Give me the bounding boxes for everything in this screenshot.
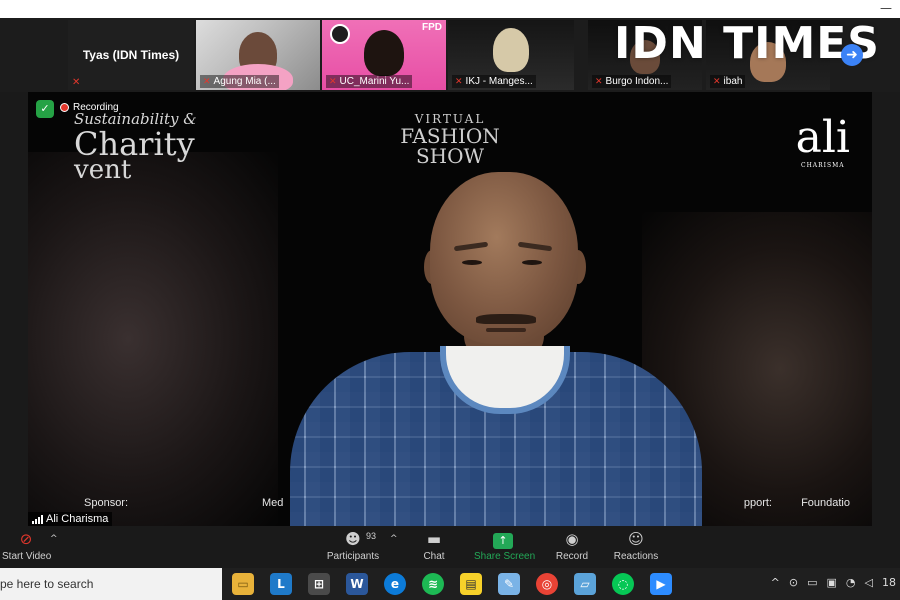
file-explorer-icon[interactable]: ▭ <box>232 573 254 595</box>
chat-icon: ▬ <box>426 530 442 548</box>
reactions-label: Reactions <box>613 551 659 562</box>
fpd-badge: FPD <box>422 22 442 33</box>
participants-count: 93 <box>366 531 377 541</box>
participant-name: IKJ - Manges... <box>465 76 533 87</box>
battery-icon[interactable]: ▭ <box>807 576 817 589</box>
participant-label: ✕ Burgo Indon... <box>592 75 672 88</box>
active-speaker-video: Sustainability & Charity vent VIRTUAL FA… <box>28 92 872 526</box>
signal-strength-icon <box>32 514 43 524</box>
reactions-button[interactable]: ☺ Reactions <box>612 530 660 562</box>
wifi-icon[interactable]: ◔ <box>846 576 856 589</box>
lexico-app-icon[interactable]: L <box>270 573 292 595</box>
edge-icon[interactable]: e <box>384 573 406 595</box>
participant-tile-3[interactable]: ✕ IKJ - Manges... <box>448 20 574 90</box>
speaker-eye <box>522 260 542 265</box>
notes-app-icon[interactable]: ▱ <box>574 573 596 595</box>
speaker-name: Ali Charisma <box>46 513 109 525</box>
muted-mic-icon: ✕ <box>329 76 337 86</box>
record-button[interactable]: ◉ Record <box>554 530 590 562</box>
speaker-eye <box>462 260 482 265</box>
share-arrow-icon: ➜ <box>841 44 863 66</box>
participant-name: UC_Marini Yu... <box>339 76 410 87</box>
backdrop-line: SHOW <box>415 144 485 168</box>
title-bar: — <box>0 0 900 18</box>
chrome-icon[interactable]: ◎ <box>536 573 558 595</box>
record-icon: ◉ <box>565 530 579 548</box>
backdrop-model-left <box>28 152 278 526</box>
backdrop-media-label: Med <box>262 497 284 509</box>
speaker-mouth <box>486 328 526 332</box>
sticky-notes-icon[interactable]: ▤ <box>460 573 482 595</box>
ali-charisma-logo: ali CHARISMA <box>795 112 850 170</box>
volume-icon[interactable]: ◁ <box>865 576 873 589</box>
chat-label: Chat <box>423 551 445 562</box>
zoom-app-icon[interactable]: ▶ <box>650 573 672 595</box>
recording-dot-icon <box>60 103 69 112</box>
participant-name: Agung Mia (... <box>213 76 276 87</box>
taskbar-search-input[interactable]: pe here to search <box>0 568 222 600</box>
idn-times-watermark: IDN TIMES <box>614 18 880 69</box>
chevron-up-icon[interactable]: ^ <box>50 534 58 544</box>
word-icon[interactable]: W <box>346 573 368 595</box>
record-label: Record <box>555 551 589 562</box>
backdrop-show-title: VIRTUAL FASHION SHOW <box>394 112 506 166</box>
backdrop-line: Charity <box>74 125 195 163</box>
participant-label: ✕ UC_Marini Yu... <box>326 75 413 88</box>
meeting-toolbar: ⊘ Start Video ^ ☻ Participants 93 ^ ▬ Ch… <box>0 526 900 568</box>
participant-label: ✕ IKJ - Manges... <box>452 75 536 88</box>
windows-taskbar: pe here to search ▭ L ⊞ W e ≋ ▤ ✎ ◎ ▱ ◌ … <box>0 568 900 600</box>
participant-tile-1[interactable]: ✕ Agung Mia (... <box>196 20 320 90</box>
line-app-icon[interactable]: ◌ <box>612 573 634 595</box>
logo-subtext: CHARISMA <box>800 162 845 169</box>
chevron-up-icon[interactable]: ^ <box>390 534 398 544</box>
share-screen-icon: ↑ <box>474 530 532 549</box>
minimize-icon[interactable]: — <box>880 1 892 15</box>
paint-icon[interactable]: ✎ <box>498 573 520 595</box>
encryption-shield-icon[interactable]: ✓ <box>36 100 54 118</box>
muted-mic-icon: ✕ <box>203 76 211 86</box>
backdrop-foundation-label: Foundatio <box>801 497 850 509</box>
chevron-up-icon[interactable]: ^ <box>771 576 780 589</box>
reactions-icon: ☺ <box>628 530 644 548</box>
backdrop-sponsor-label: Sponsor: <box>84 497 129 509</box>
system-tray: ^ ⊙ ▭ ▣ ◔ ◁ 18 <box>771 576 896 589</box>
participant-tile-2[interactable]: FPD ✕ UC_Marini Yu... <box>322 20 446 90</box>
logo-text: ali <box>795 112 850 163</box>
muted-mic-icon: ✕ <box>72 77 81 88</box>
participant-name: Burgo Indon... <box>605 76 669 87</box>
spotify-icon[interactable]: ≋ <box>422 573 444 595</box>
chat-button[interactable]: ▬ Chat <box>418 530 450 562</box>
display-icon[interactable]: ▣ <box>827 576 837 589</box>
muted-mic-icon: ✕ <box>455 76 463 86</box>
backdrop-line: FASHION <box>400 124 500 148</box>
muted-mic-icon: ✕ <box>713 76 721 86</box>
participants-label: Participants <box>326 551 380 562</box>
speaker-name-label: Ali Charisma <box>28 512 113 526</box>
participant-video <box>493 28 529 72</box>
recording-indicator[interactable]: Recording <box>60 102 119 113</box>
start-video-button[interactable]: ⊘ Start Video <box>2 530 52 562</box>
muted-mic-icon: ✕ <box>595 76 603 86</box>
participant-label: ✕ Agung Mia (... <box>200 75 279 88</box>
recording-label: Recording <box>73 102 119 113</box>
backdrop-event-title: Sustainability & Charity vent <box>74 110 197 183</box>
store-icon[interactable]: ⊞ <box>308 573 330 595</box>
organization-logo <box>330 24 350 44</box>
participant-name: Tyas (IDN Times) <box>82 48 180 62</box>
zoom-meeting-window: — Tyas (IDN Times) ✕ ✕ Agung Mia (... FPD… <box>0 0 900 600</box>
participant-label: ✕ ibah <box>710 75 746 88</box>
backdrop-support-label: pport: <box>743 497 772 509</box>
video-off-icon: ⊘ <box>19 530 33 548</box>
share-screen-button[interactable]: ↑ Share Screen <box>474 530 536 562</box>
network-icon[interactable]: ⊙ <box>789 576 798 589</box>
participant-video <box>364 30 404 76</box>
clock-text[interactable]: 18 <box>882 576 896 589</box>
participant-tile-tyas[interactable]: Tyas (IDN Times) ✕ <box>68 20 194 90</box>
speaker-mustache <box>476 314 536 324</box>
participant-name: ibah <box>723 76 743 87</box>
share-screen-label: Share Screen <box>474 551 536 562</box>
start-video-label: Start Video <box>2 551 52 562</box>
